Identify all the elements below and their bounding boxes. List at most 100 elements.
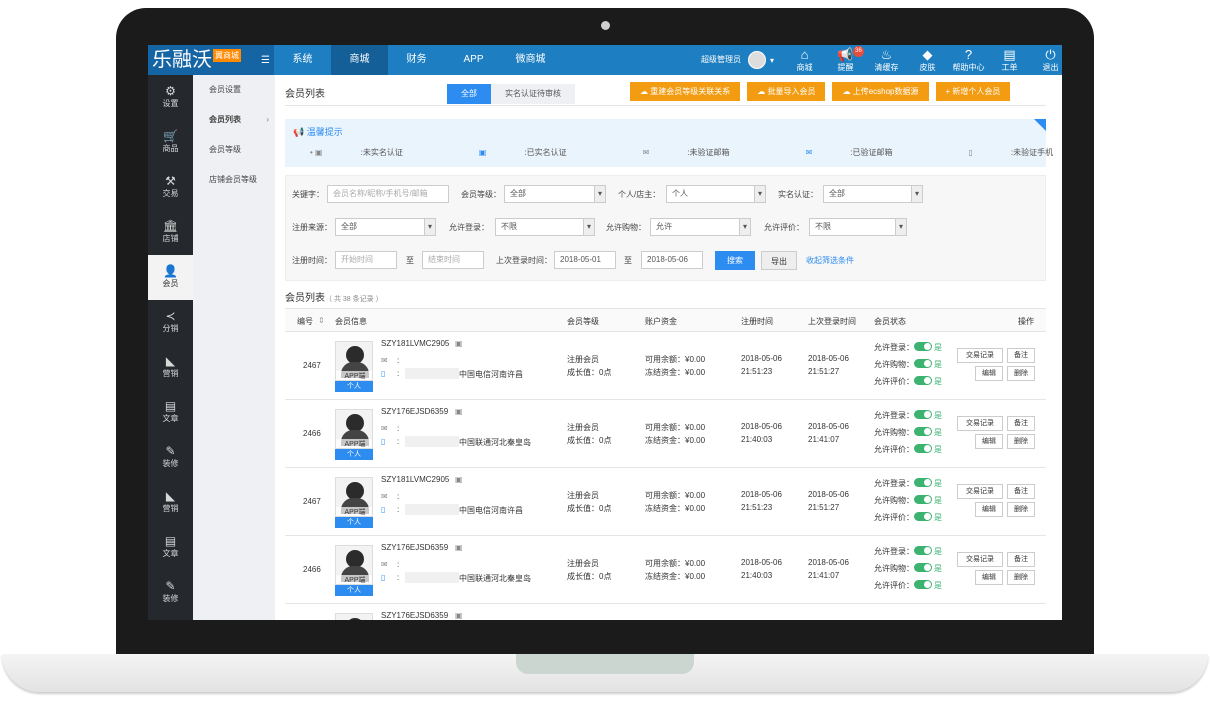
action-button[interactable]: ☁ 重建会员等级关联关系 <box>630 82 741 101</box>
account-name[interactable]: SZY176EJSD6359 <box>381 611 448 620</box>
sidebar-item-document[interactable]: ▤文章 <box>148 615 193 620</box>
sidebar-item-share[interactable]: ≺ 分销 <box>148 300 193 345</box>
sidebar-item-document[interactable]: ▤文章 <box>148 390 193 435</box>
note-button[interactable]: 备注 <box>1007 552 1035 567</box>
delete-button[interactable]: 删除 <box>1007 502 1035 517</box>
frozen-balance: 冻结资金：¥0.00 <box>645 436 706 445</box>
subnav-item[interactable]: 会员列表 › <box>193 105 275 135</box>
edit-button[interactable]: 编辑 <box>975 434 1003 449</box>
collapse-filter-link[interactable]: 收起筛选条件 <box>806 255 854 266</box>
sidebar-item-brush[interactable]: ✎ 装修 <box>148 435 193 480</box>
toggle-switch[interactable] <box>914 410 932 419</box>
nav-item[interactable]: APP <box>445 45 502 75</box>
toggle-switch[interactable] <box>914 427 932 436</box>
toggle-switch[interactable] <box>914 342 932 351</box>
action-button[interactable]: ☁ 上传ecshop数据源 <box>832 82 929 101</box>
account-name[interactable]: SZY176EJSD6359 <box>381 543 448 552</box>
last-start-input[interactable]: 2018-05-01 <box>554 251 616 269</box>
list-title: 会员列表（ 共 38 条记录 ） <box>285 289 383 304</box>
nav-item[interactable]: 商城 <box>331 45 388 75</box>
member-type-badge: 个人 <box>335 449 373 460</box>
delete-button[interactable]: 删除 <box>1007 434 1035 449</box>
nav-item[interactable]: 系统 <box>274 45 331 75</box>
type-select[interactable]: 个人 <box>666 185 766 203</box>
toggle-switch[interactable] <box>914 359 932 368</box>
account-name[interactable]: SZY181LVMC2905 <box>381 339 449 348</box>
level-select[interactable]: 全部 <box>504 185 606 203</box>
toggle-switch[interactable] <box>914 376 932 385</box>
reg-start-input[interactable]: 开始时间 <box>335 251 397 269</box>
tool-clipboard[interactable]: ▤ 工单 <box>989 46 1030 73</box>
action-button[interactable]: + 新增个人会员 <box>935 82 1011 101</box>
toggle-switch[interactable] <box>914 444 932 453</box>
delete-button[interactable]: 删除 <box>1007 366 1035 381</box>
nav-item[interactable]: 微商城 <box>502 45 559 75</box>
sidebar-item-cart[interactable]: 🛒 商品 <box>148 120 193 165</box>
chevron-down-icon[interactable]: ▾ <box>770 56 774 65</box>
tab[interactable]: 实名认证待审核 <box>491 84 575 104</box>
tool-power[interactable]: ⏻ 退出 <box>1030 46 1062 73</box>
sidebar-item-tag[interactable]: ◣ 营销 <box>148 480 193 525</box>
edit-button[interactable]: 编辑 <box>975 366 1003 381</box>
available-balance: 可用余额：¥0.00 <box>645 423 706 432</box>
search-button[interactable]: 搜索 <box>715 251 755 270</box>
note-button[interactable]: 备注 <box>1007 348 1035 363</box>
phone-icon: ▯ <box>381 573 386 582</box>
sidebar-item-gears[interactable]: ⚙ 设置 <box>148 75 193 120</box>
toggle-switch[interactable] <box>914 512 932 521</box>
tool-home[interactable]: ⌂ 商城 <box>784 46 825 73</box>
trade-record-button[interactable]: 交易记录 <box>957 348 1003 363</box>
tool-paint-bucket[interactable]: ◆ 皮肤 <box>907 46 948 73</box>
account-name[interactable]: SZY181LVMC2905 <box>381 475 449 484</box>
account-name[interactable]: SZY176EJSD6359 <box>381 407 448 416</box>
export-button[interactable]: 导出 <box>761 251 797 270</box>
list-icon[interactable]: ☰ <box>261 56 270 66</box>
gears-icon: ⚙ <box>165 84 176 98</box>
login-select[interactable]: 不限 <box>495 218 595 236</box>
subnav-item[interactable]: 会员设置 <box>193 75 275 105</box>
keyword-input[interactable]: 会员名称/昵称/手机号/邮箱 <box>327 185 449 203</box>
legend-label: :未实名认证 <box>360 148 403 157</box>
trade-record-button[interactable]: 交易记录 <box>957 416 1003 431</box>
action-button[interactable]: ☁ 批量导入会员 <box>747 82 826 101</box>
trade-record-button[interactable]: 交易记录 <box>957 552 1003 567</box>
note-button[interactable]: 备注 <box>1007 416 1035 431</box>
subnav-label: 会员设置 <box>209 85 241 94</box>
sidebar-item-brush[interactable]: ✎ 装修 <box>148 570 193 615</box>
subnav-item[interactable]: 会员等级 <box>193 135 275 165</box>
status-value: 是 <box>934 411 942 420</box>
edit-button[interactable]: 编辑 <box>975 570 1003 585</box>
tool-help[interactable]: ? 帮助中心 <box>948 46 989 73</box>
corner-fold[interactable] <box>1034 119 1046 131</box>
comment-select[interactable]: 不限 <box>809 218 907 236</box>
toggle-switch[interactable] <box>914 563 932 572</box>
avatar[interactable] <box>748 51 766 69</box>
delete-button[interactable]: 删除 <box>1007 570 1035 585</box>
toggle-switch[interactable] <box>914 495 932 504</box>
sidebar-item-tag[interactable]: ◣ 营销 <box>148 345 193 390</box>
sidebar-item-user[interactable]: 👤 会员 <box>148 255 193 300</box>
tab[interactable]: 全部 <box>447 84 491 104</box>
toggle-switch[interactable] <box>914 546 932 555</box>
source-select[interactable]: 全部 <box>335 218 436 236</box>
sort-icon[interactable]: ⇕ <box>318 316 325 325</box>
tool-label: 商城 <box>796 63 813 72</box>
logo[interactable]: 乐融沃 翼商城 ☰ <box>148 45 274 75</box>
toggle-switch[interactable] <box>914 478 932 487</box>
nav-item[interactable]: 财务 <box>388 45 445 75</box>
trade-record-button[interactable]: 交易记录 <box>957 484 1003 499</box>
subnav-item[interactable]: 店铺会员等级 <box>193 165 275 195</box>
toggle-switch[interactable] <box>914 580 932 589</box>
last-end-input[interactable]: 2018-05-06 <box>641 251 703 269</box>
sidebar-item-hammer[interactable]: ⚒ 交易 <box>148 165 193 210</box>
column-header[interactable]: 编号 <box>297 316 313 327</box>
sidebar-item-document[interactable]: ▤文章 <box>148 525 193 570</box>
tool-broom[interactable]: ♨ 清缓存 <box>866 46 907 73</box>
buy-select[interactable]: 允许 <box>650 218 751 236</box>
note-button[interactable]: 备注 <box>1007 484 1035 499</box>
sidebar-item-bank[interactable]: 🏛 店铺 <box>148 210 193 255</box>
user-name[interactable]: 超级管理员 <box>701 45 741 75</box>
reg-end-input[interactable]: 结束时间 <box>422 251 484 269</box>
edit-button[interactable]: 编辑 <box>975 502 1003 517</box>
realname-select[interactable]: 全部 <box>823 185 923 203</box>
